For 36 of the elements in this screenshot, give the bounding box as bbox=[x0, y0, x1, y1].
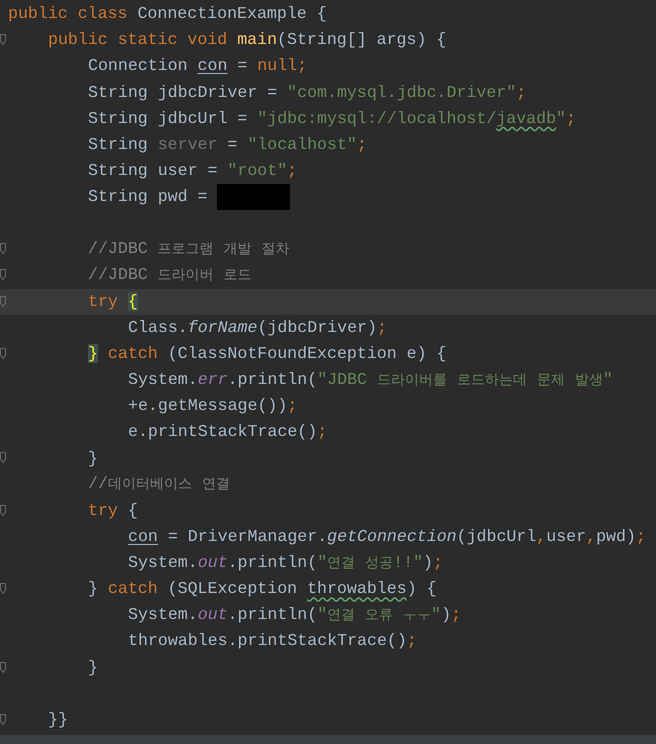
code-line: } bbox=[88, 658, 98, 678]
fold-marker-icon[interactable] bbox=[0, 583, 6, 594]
code-line: System.out.println("연결 성공!!"); bbox=[128, 552, 443, 574]
code-line: } bbox=[88, 448, 98, 468]
fold-marker-icon[interactable] bbox=[0, 662, 6, 673]
code-line: String pwd = bbox=[88, 187, 208, 207]
code-line: +e.getMessage()); bbox=[128, 396, 298, 416]
fold-marker-icon[interactable] bbox=[0, 269, 6, 280]
fold-marker-icon[interactable] bbox=[0, 452, 6, 464]
code-line: throwables.printStackTrace(); bbox=[128, 631, 417, 652]
code-line: String jdbcDriver = "com.mysql.jdbc.Driver"; bbox=[88, 82, 526, 102]
code-line: Connection con = null; bbox=[88, 56, 308, 76]
code-line: public class ConnectionExample { bbox=[8, 4, 327, 24]
code-line: } catch (SQLException throwables) { bbox=[88, 579, 437, 600]
fold-marker-icon[interactable] bbox=[0, 348, 6, 359]
code-line: e.printStackTrace(); bbox=[128, 422, 328, 442]
code-line: try { bbox=[88, 500, 138, 521]
code-line: String user = "root"; bbox=[88, 160, 298, 181]
code-comment: //JDBC 프로그램 개발 절차 bbox=[88, 239, 290, 260]
code-line: System.err.println("JDBC 드라이버를 로드하는데 문제 발생" bbox=[128, 370, 613, 390]
fold-marker-icon[interactable] bbox=[0, 714, 6, 725]
code-line: public static void main(String[] args) { bbox=[48, 30, 446, 50]
fold-marker-icon[interactable] bbox=[0, 504, 6, 516]
code-line: try { bbox=[88, 292, 138, 312]
code-line: con = DriverManager.getConnection(jdbcUrl,user,pwd); bbox=[128, 526, 646, 547]
code-comment: //데이터베이스 연결 bbox=[88, 474, 230, 495]
fold-marker-icon[interactable] bbox=[0, 296, 6, 307]
fold-marker-icon[interactable] bbox=[0, 34, 6, 46]
code-line: String server = "localhost"; bbox=[88, 134, 367, 155]
code-line: } catch (ClassNotFoundException e) { bbox=[88, 344, 447, 364]
code-comment: //JDBC 드라이버 로드 bbox=[88, 265, 252, 286]
fold-marker-icon[interactable] bbox=[0, 243, 6, 254]
code-line: }} bbox=[48, 710, 68, 730]
code-line: Class.forName(jdbcDriver); bbox=[128, 318, 387, 338]
code-line: System.out.println("연결 오류 ㅜㅜ"); bbox=[128, 605, 462, 626]
code-line: String jdbcUrl = "jdbc:mysql://localhost/javadb"; bbox=[88, 108, 576, 129]
